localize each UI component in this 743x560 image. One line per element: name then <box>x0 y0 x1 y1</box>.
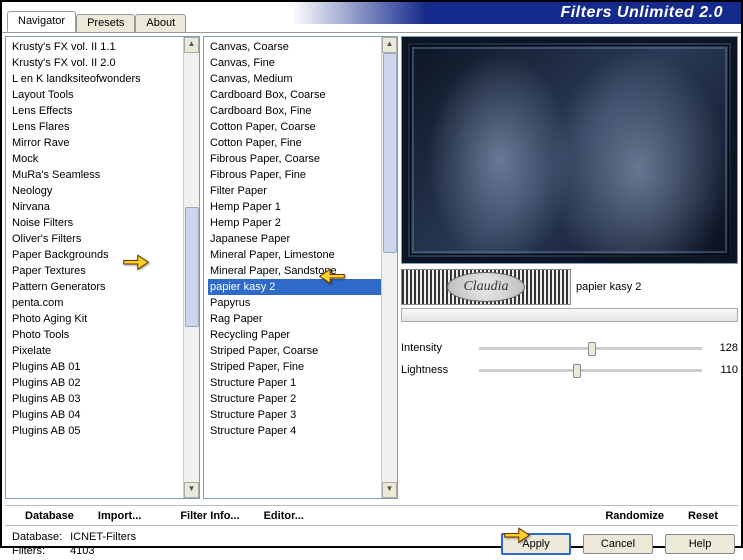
filter-item[interactable]: Fibrous Paper, Fine <box>208 167 397 183</box>
database-button[interactable]: Database <box>13 510 86 522</box>
slider-lightness[interactable] <box>479 369 702 372</box>
filter-item[interactable]: Canvas, Coarse <box>208 39 397 55</box>
category-item[interactable]: Pixelate <box>10 343 199 359</box>
category-item[interactable]: Paper Textures <box>10 263 199 279</box>
scroll-down-button[interactable]: ▼ <box>382 482 397 498</box>
main-area: Krusty's FX vol. II 1.1Krusty's FX vol. … <box>2 32 741 502</box>
app-title: Filters Unlimited 2.0 <box>291 2 741 24</box>
filter-item[interactable]: Cotton Paper, Fine <box>208 135 397 151</box>
category-item[interactable]: Plugins AB 05 <box>10 423 199 439</box>
preview-name-row: Claudia papier kasy 2 <box>401 269 738 305</box>
param-value-lightness: 110 <box>710 364 738 376</box>
progress-bar <box>401 308 738 322</box>
tab-about[interactable]: About <box>135 14 186 32</box>
category-item[interactable]: Krusty's FX vol. II 1.1 <box>10 39 199 55</box>
filter-item[interactable]: Papyrus <box>208 295 397 311</box>
category-item[interactable]: Layout Tools <box>10 87 199 103</box>
filter-item[interactable]: Hemp Paper 1 <box>208 199 397 215</box>
filter-item[interactable]: Rag Paper <box>208 311 397 327</box>
scroll-up-button[interactable]: ▲ <box>184 37 199 53</box>
watermark-stamp: Claudia <box>401 269 571 305</box>
reset-button[interactable]: Reset <box>676 510 730 522</box>
category-list-panel: Krusty's FX vol. II 1.1Krusty's FX vol. … <box>5 36 200 499</box>
footer-info: Database: ICNET-Filters Filters: 4103 <box>12 531 136 557</box>
randomize-button[interactable]: Randomize <box>593 510 676 522</box>
category-item[interactable]: Pattern Generators <box>10 279 199 295</box>
category-item[interactable]: Plugins AB 02 <box>10 375 199 391</box>
category-item[interactable]: Krusty's FX vol. II 2.0 <box>10 55 199 71</box>
apply-button[interactable]: Apply <box>501 533 571 555</box>
filter-item[interactable]: Recycling Paper <box>208 327 397 343</box>
category-item[interactable]: Nirvana <box>10 199 199 215</box>
filters-count-value: 4103 <box>70 545 94 557</box>
preview-image <box>401 36 738 264</box>
scroll-thumb[interactable] <box>185 207 199 327</box>
scroll-thumb[interactable] <box>383 53 397 253</box>
import-button[interactable]: Import... <box>86 510 153 522</box>
scrollbar[interactable]: ▲ ▼ <box>381 37 397 498</box>
param-value-intensity: 128 <box>710 342 738 354</box>
filter-item[interactable]: Mineral Paper, Limestone <box>208 247 397 263</box>
filter-item[interactable]: Cotton Paper, Coarse <box>208 119 397 135</box>
action-bar: Database Import... Filter Info... Editor… <box>5 505 738 526</box>
db-label: Database: <box>12 531 67 543</box>
filter-item[interactable]: Mineral Paper, Sandstone <box>208 263 397 279</box>
scrollbar[interactable]: ▲ ▼ <box>183 37 199 498</box>
param-row-intensity: Intensity 128 <box>401 340 738 356</box>
preview-panel: Claudia papier kasy 2 Intensity 128 Ligh… <box>401 36 738 499</box>
filter-item[interactable]: Japanese Paper <box>208 231 397 247</box>
filter-item[interactable]: Canvas, Fine <box>208 55 397 71</box>
param-row-lightness: Lightness 110 <box>401 362 738 378</box>
filter-item[interactable]: papier kasy 2 <box>208 279 397 295</box>
param-label-lightness: Lightness <box>401 364 471 376</box>
watermark-text: Claudia <box>463 279 508 295</box>
category-item[interactable]: Noise Filters <box>10 215 199 231</box>
category-item[interactable]: Photo Tools <box>10 327 199 343</box>
filter-info-button[interactable]: Filter Info... <box>168 510 251 522</box>
filter-item[interactable]: Cardboard Box, Fine <box>208 103 397 119</box>
editor-button[interactable]: Editor... <box>252 510 316 522</box>
filters-count-label: Filters: <box>12 545 67 557</box>
category-item[interactable]: Photo Aging Kit <box>10 311 199 327</box>
category-item[interactable]: L en K landksiteofwonders <box>10 71 199 87</box>
filter-item[interactable]: Cardboard Box, Coarse <box>208 87 397 103</box>
help-button[interactable]: Help <box>665 534 735 554</box>
filter-item[interactable]: Striped Paper, Coarse <box>208 343 397 359</box>
slider-intensity[interactable] <box>479 347 702 350</box>
category-item[interactable]: Mock <box>10 151 199 167</box>
filter-item[interactable]: Striped Paper, Fine <box>208 359 397 375</box>
selected-filter-name: papier kasy 2 <box>576 281 641 293</box>
category-item[interactable]: penta.com <box>10 295 199 311</box>
filter-item[interactable]: Structure Paper 2 <box>208 391 397 407</box>
filter-item[interactable]: Canvas, Medium <box>208 71 397 87</box>
tab-navigator[interactable]: Navigator <box>7 11 76 32</box>
tab-bar: Navigator Presets About <box>7 11 186 32</box>
filter-item[interactable]: Fibrous Paper, Coarse <box>208 151 397 167</box>
db-value: ICNET-Filters <box>70 531 136 543</box>
category-item[interactable]: Lens Effects <box>10 103 199 119</box>
category-item[interactable]: Mirror Rave <box>10 135 199 151</box>
category-item[interactable]: Lens Flares <box>10 119 199 135</box>
category-item[interactable]: Plugins AB 01 <box>10 359 199 375</box>
filter-item[interactable]: Structure Paper 4 <box>208 423 397 439</box>
cancel-button[interactable]: Cancel <box>583 534 653 554</box>
scroll-up-button[interactable]: ▲ <box>382 37 397 53</box>
category-item[interactable]: Paper Backgrounds <box>10 247 199 263</box>
category-item[interactable]: Plugins AB 03 <box>10 391 199 407</box>
filter-list[interactable]: Canvas, CoarseCanvas, FineCanvas, Medium… <box>204 37 397 481</box>
footer: Database: ICNET-Filters Filters: 4103 Ap… <box>2 526 741 560</box>
filter-item[interactable]: Filter Paper <box>208 183 397 199</box>
scroll-down-button[interactable]: ▼ <box>184 482 199 498</box>
category-item[interactable]: Neology <box>10 183 199 199</box>
category-item[interactable]: Plugins AB 04 <box>10 407 199 423</box>
category-item[interactable]: MuRa's Seamless <box>10 167 199 183</box>
category-list[interactable]: Krusty's FX vol. II 1.1Krusty's FX vol. … <box>6 37 199 481</box>
filter-list-panel: Canvas, CoarseCanvas, FineCanvas, Medium… <box>203 36 398 499</box>
param-label-intensity: Intensity <box>401 342 471 354</box>
filter-item[interactable]: Structure Paper 3 <box>208 407 397 423</box>
category-item[interactable]: Oliver's Filters <box>10 231 199 247</box>
filter-item[interactable]: Hemp Paper 2 <box>208 215 397 231</box>
tab-presets[interactable]: Presets <box>76 14 135 32</box>
filter-item[interactable]: Structure Paper 1 <box>208 375 397 391</box>
